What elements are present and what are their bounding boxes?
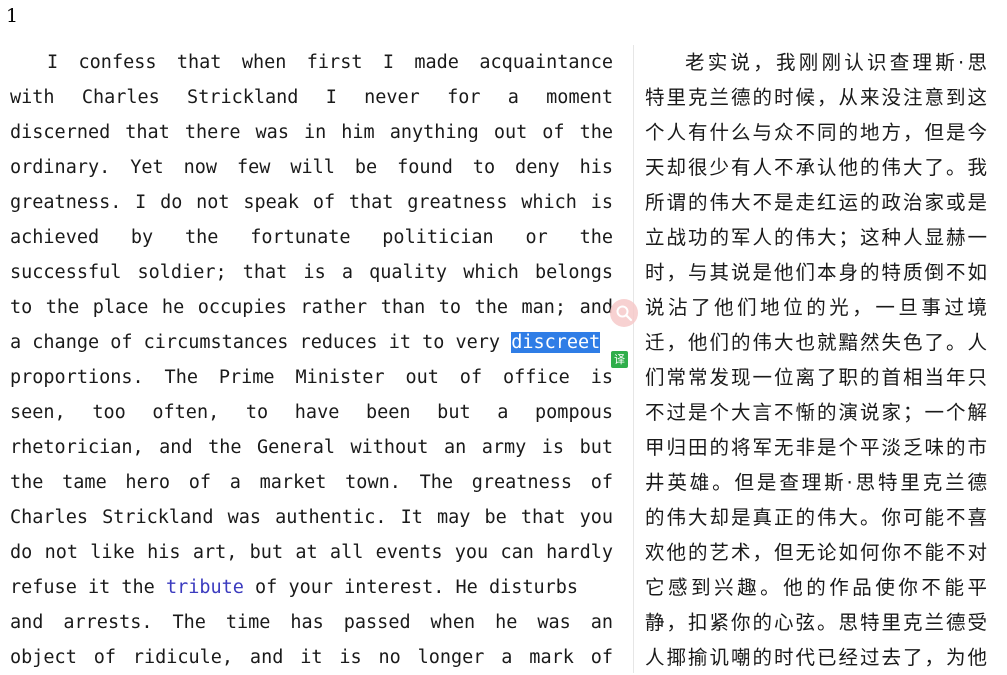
chinese-line: 它感到兴趣。他的作品使你不能平 <box>645 576 987 599</box>
chinese-line: 时，与其说是他们本身的特质倒不如 <box>645 261 987 284</box>
chinese-line: 静，扣紧你的心弦。思特里克兰德受 <box>645 611 987 634</box>
english-line: Charles Strickland was authentic. It may… <box>10 507 613 528</box>
english-line: I confess that when first I made acquain… <box>47 52 613 73</box>
english-line: object of ridicule, and it is no longer … <box>10 647 613 668</box>
english-line: the tame hero of a market town. The grea… <box>10 472 613 493</box>
chinese-line: 特里克兰德的时候，从来没注意到这 <box>645 86 987 109</box>
page-number: 1 <box>6 5 19 27</box>
english-line: a change of circumstances reduces it to … <box>10 325 613 360</box>
chinese-line: 人揶揄讥嘲的时代已经过去了，为他 <box>645 646 987 669</box>
chinese-line: 所谓的伟大不是走红运的政治家或是 <box>645 191 987 214</box>
english-line: with Charles Strickland I never for a mo… <box>10 87 613 108</box>
english-line: seen, too often, to have been but a pomp… <box>10 402 613 423</box>
search-popup-button[interactable] <box>610 299 638 327</box>
chinese-line: 说沾了他们地位的光，一旦事过境 <box>645 296 987 319</box>
english-line-text: of your interest. He disturbs <box>243 577 579 598</box>
chinese-line: 井英雄。但是查理斯·思特里克兰德 <box>645 471 987 494</box>
chinese-line: 迁，他们的伟大也就黯然失色了。人 <box>645 331 987 354</box>
chinese-line: 不过是个大言不惭的演说家；一个解 <box>645 401 987 424</box>
english-line: successful soldier; that is a quality wh… <box>10 262 613 283</box>
english-line: do not like his art, but at all events y… <box>10 542 613 563</box>
selected-word[interactable]: discreet <box>511 332 601 353</box>
chinese-line: 们常常发现一位离了职的首相当年只 <box>645 366 987 389</box>
chinese-text-pane[interactable]: 老实说，我刚刚认识查理斯·思 特里克兰德的时候，从来没注意到这 个人有什么与众不… <box>645 45 987 675</box>
chinese-line: 欢他的艺术，但无论如何你不能不对 <box>645 541 987 564</box>
english-line: and arrests. The time has passed when he… <box>10 612 613 633</box>
search-icon <box>616 305 633 322</box>
chinese-line: 个人有什么与众不同的地方，但是今 <box>645 121 987 144</box>
pane-divider <box>633 45 634 673</box>
english-line-text: refuse it the <box>10 577 166 598</box>
chinese-line: 立战功的军人的伟大；这种人显赫一 <box>645 226 987 249</box>
english-line: greatness. I do not speak of that greatn… <box>10 192 613 213</box>
chinese-line: 老实说，我刚刚认识查理斯·思 <box>685 51 987 74</box>
english-line: rhetorician, and the General without an … <box>10 437 613 458</box>
english-line: refuse it the tribute of your interest. … <box>10 570 613 605</box>
english-text-pane[interactable]: I confess that when first I made acquain… <box>10 45 613 675</box>
english-line: to the place he occupies rather than to … <box>10 297 613 318</box>
english-line: discerned that there was in him anything… <box>10 122 613 143</box>
chinese-line: 的伟大却是真正的伟大。你可能不喜 <box>645 506 987 529</box>
english-line-text: a change of circumstances reduces it to … <box>10 332 512 353</box>
english-line: proportions. The Prime Minister out of o… <box>10 367 613 388</box>
chinese-line: 甲归田的将军无非是个平淡乏味的市 <box>645 436 987 459</box>
chinese-line: 天却很少有人不承认他的伟大了。我 <box>645 156 987 179</box>
english-line: ordinary. Yet now few will be found to d… <box>10 157 613 178</box>
tribute-link[interactable]: tribute <box>166 577 244 598</box>
english-line: achieved by the fortunate politician or … <box>10 227 613 248</box>
translate-button[interactable]: 译 <box>611 351 628 368</box>
